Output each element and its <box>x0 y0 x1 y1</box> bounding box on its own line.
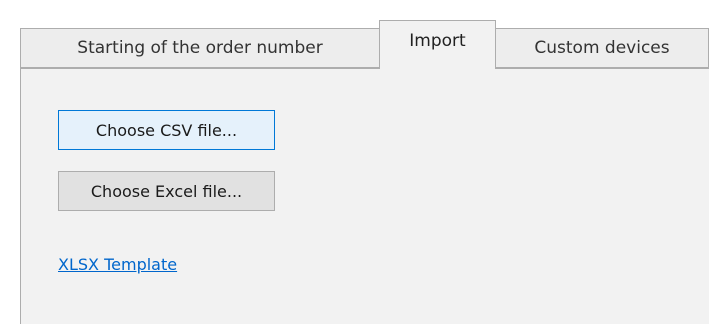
choose-excel-file-button[interactable]: Choose Excel file... <box>58 171 275 211</box>
xlsx-template-link[interactable]: XLSX Template <box>58 255 177 274</box>
tab-starting-of-order-number[interactable]: Starting of the order number <box>20 28 379 68</box>
settings-window: Starting of the order number Import Cust… <box>0 0 709 324</box>
import-tab-panel: Choose CSV file... Choose Excel file... … <box>20 68 709 324</box>
tab-custom-devices[interactable]: Custom devices <box>496 28 709 68</box>
tab-import[interactable]: Import <box>379 20 496 69</box>
tab-strip: Starting of the order number Import Cust… <box>20 20 709 69</box>
choose-csv-file-button[interactable]: Choose CSV file... <box>58 110 275 150</box>
